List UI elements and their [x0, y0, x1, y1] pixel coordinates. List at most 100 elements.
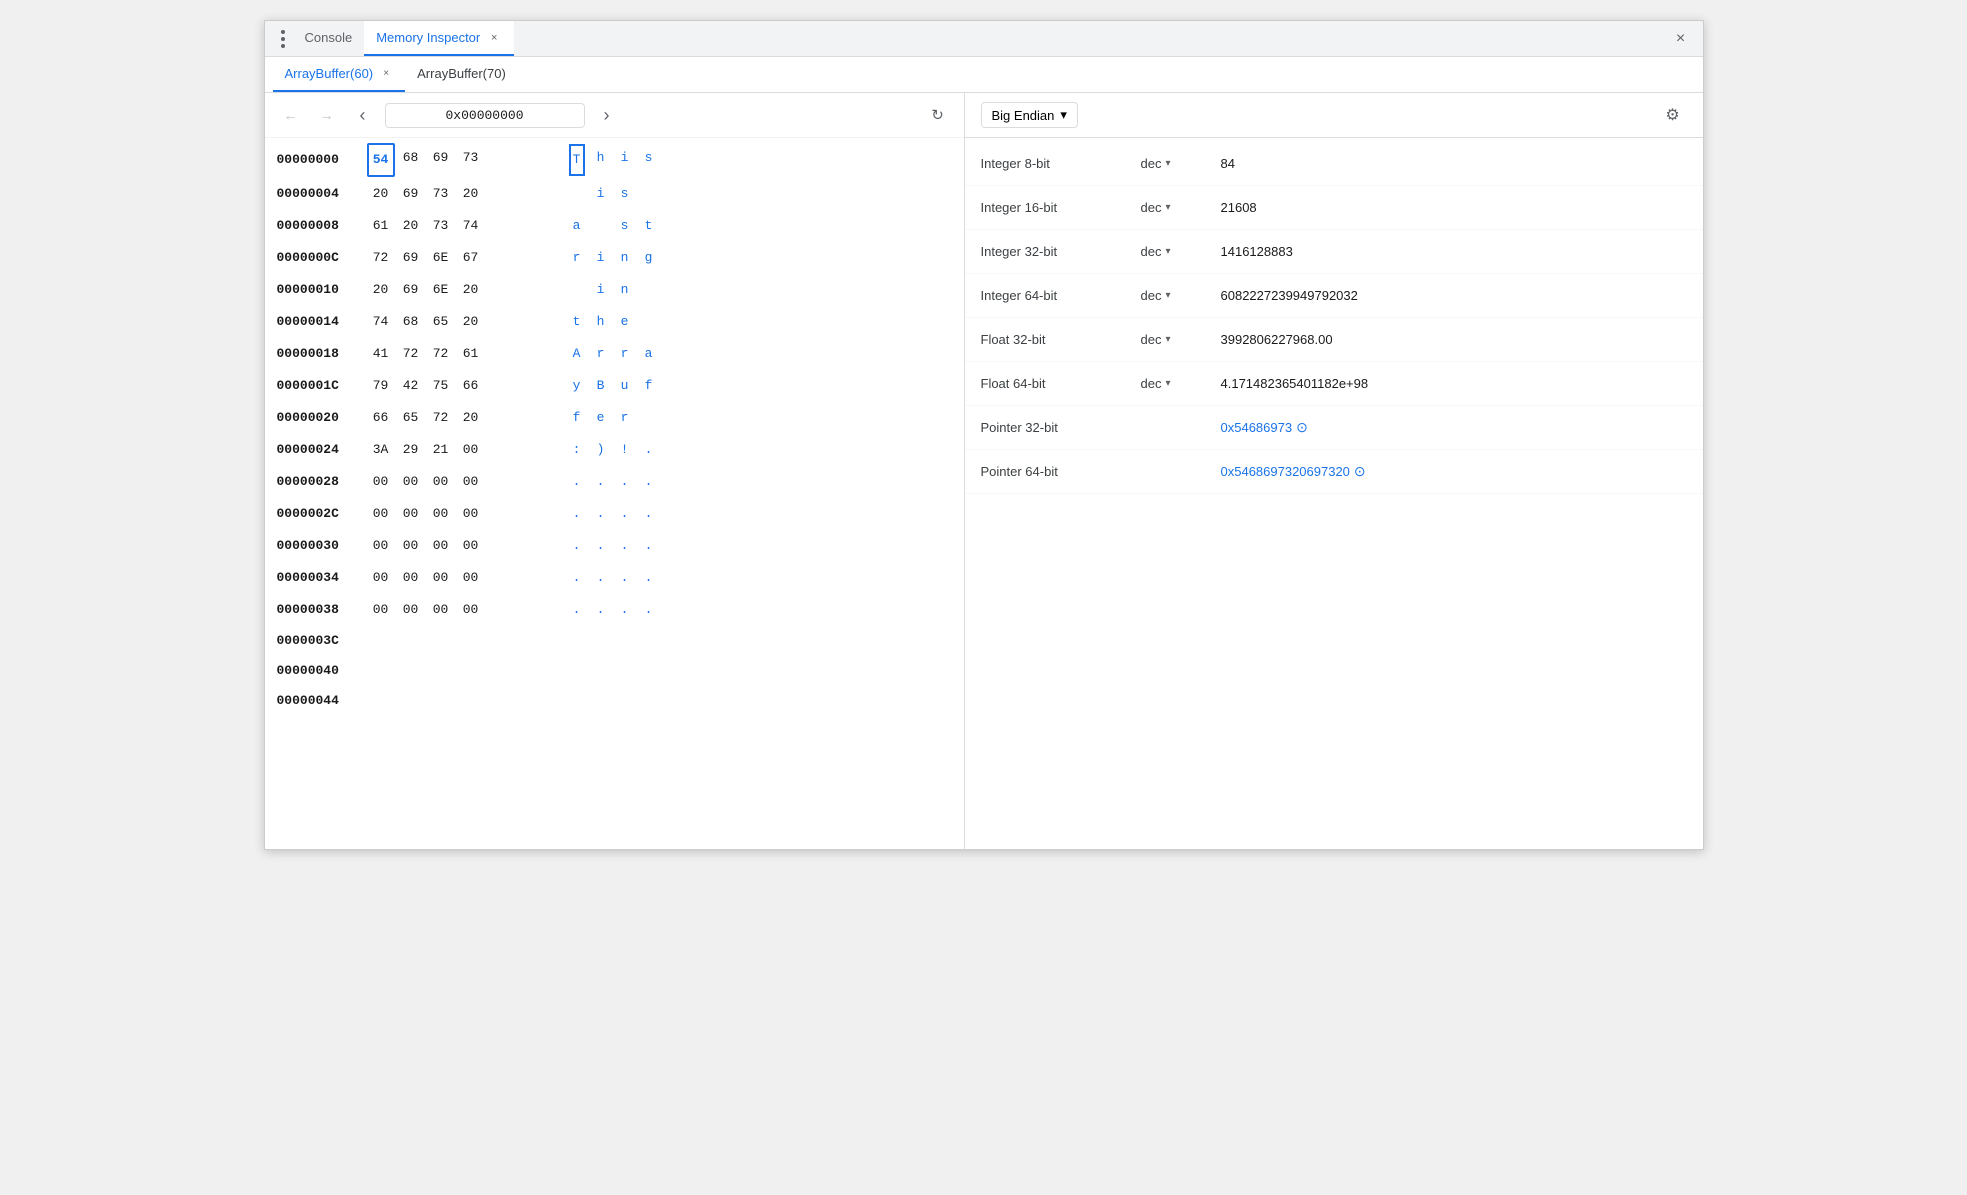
- mem-byte[interactable]: 65: [397, 403, 425, 433]
- mem-byte[interactable]: 00: [397, 499, 425, 529]
- mem-char[interactable]: .: [641, 500, 657, 528]
- mem-char[interactable]: n: [617, 244, 633, 272]
- value-data[interactable]: 0x5468697320697320 ⊙: [1221, 463, 1687, 480]
- value-format[interactable]: dec▾: [1141, 156, 1221, 171]
- mem-byte[interactable]: 68: [397, 307, 425, 337]
- mem-char[interactable]: h: [593, 308, 609, 336]
- mem-byte[interactable]: 00: [367, 563, 395, 593]
- mem-byte[interactable]: 21: [427, 435, 455, 465]
- mem-byte[interactable]: 00: [457, 563, 485, 593]
- mem-char[interactable]: .: [569, 596, 585, 624]
- value-format[interactable]: dec▾: [1141, 244, 1221, 259]
- mem-byte[interactable]: 00: [427, 595, 455, 625]
- address-input[interactable]: [385, 103, 585, 128]
- mem-byte[interactable]: 69: [397, 275, 425, 305]
- mem-byte[interactable]: 00: [367, 467, 395, 497]
- settings-button[interactable]: ⚙: [1659, 101, 1687, 129]
- mem-char[interactable]: .: [593, 532, 609, 560]
- mem-byte[interactable]: 29: [397, 435, 425, 465]
- mem-char[interactable]: h: [593, 144, 609, 176]
- mem-char[interactable]: .: [569, 468, 585, 496]
- mem-char[interactable]: [593, 212, 609, 240]
- mem-byte[interactable]: 6E: [427, 243, 455, 273]
- mem-byte[interactable]: 75: [427, 371, 455, 401]
- mem-byte[interactable]: 68: [397, 143, 425, 177]
- mem-char[interactable]: i: [593, 244, 609, 272]
- mem-byte[interactable]: 00: [367, 499, 395, 529]
- mem-char[interactable]: .: [641, 532, 657, 560]
- mem-char[interactable]: !: [617, 436, 633, 464]
- mem-byte[interactable]: 00: [427, 531, 455, 561]
- value-format[interactable]: dec▾: [1141, 332, 1221, 347]
- pointer-link[interactable]: 0x54686973 ⊙: [1221, 419, 1687, 436]
- mem-char[interactable]: i: [593, 180, 609, 208]
- mem-char[interactable]: r: [617, 340, 633, 368]
- mem-char[interactable]: s: [641, 144, 657, 176]
- mem-byte[interactable]: 73: [457, 143, 485, 177]
- mem-byte[interactable]: 00: [427, 563, 455, 593]
- mem-char[interactable]: [641, 180, 657, 208]
- mem-byte[interactable]: 65: [427, 307, 455, 337]
- mem-byte[interactable]: 20: [457, 179, 485, 209]
- buffer-tab-0-close[interactable]: ×: [379, 67, 393, 81]
- prev-page-button[interactable]: ‹: [349, 101, 377, 129]
- mem-char[interactable]: .: [641, 596, 657, 624]
- mem-byte[interactable]: 72: [397, 339, 425, 369]
- mem-char[interactable]: r: [569, 244, 585, 272]
- mem-byte[interactable]: 3A: [367, 435, 395, 465]
- mem-char[interactable]: .: [593, 596, 609, 624]
- next-page-button[interactable]: ›: [593, 101, 621, 129]
- mem-byte[interactable]: 00: [457, 531, 485, 561]
- mem-byte[interactable]: 61: [457, 339, 485, 369]
- mem-char[interactable]: r: [593, 340, 609, 368]
- mem-byte[interactable]: 73: [427, 179, 455, 209]
- mem-byte[interactable]: 00: [397, 563, 425, 593]
- pointer-navigate-icon[interactable]: ⊙: [1296, 419, 1308, 436]
- mem-char[interactable]: i: [617, 144, 633, 176]
- buffer-tab-0[interactable]: ArrayBuffer(60) ×: [273, 57, 406, 92]
- mem-char[interactable]: [641, 276, 657, 304]
- refresh-button[interactable]: ↻: [924, 101, 952, 129]
- mem-char[interactable]: .: [617, 532, 633, 560]
- mem-byte[interactable]: 20: [457, 403, 485, 433]
- mem-char[interactable]: i: [593, 276, 609, 304]
- mem-byte[interactable]: 00: [427, 499, 455, 529]
- mem-byte[interactable]: 67: [457, 243, 485, 273]
- mem-char[interactable]: t: [641, 212, 657, 240]
- mem-char[interactable]: .: [641, 564, 657, 592]
- pointer-link[interactable]: 0x5468697320697320 ⊙: [1221, 463, 1687, 480]
- mem-char[interactable]: .: [641, 468, 657, 496]
- mem-byte[interactable]: 20: [367, 275, 395, 305]
- mem-byte[interactable]: 00: [367, 595, 395, 625]
- mem-char[interactable]: :: [569, 436, 585, 464]
- mem-char[interactable]: f: [569, 404, 585, 432]
- mem-byte[interactable]: 69: [397, 243, 425, 273]
- mem-char[interactable]: .: [617, 468, 633, 496]
- mem-char[interactable]: A: [569, 340, 585, 368]
- mem-byte[interactable]: 00: [397, 467, 425, 497]
- mem-char[interactable]: s: [617, 180, 633, 208]
- mem-byte[interactable]: 72: [427, 339, 455, 369]
- mem-byte[interactable]: 74: [367, 307, 395, 337]
- tab-console[interactable]: Console: [293, 21, 365, 56]
- mem-char[interactable]: u: [617, 372, 633, 400]
- mem-char[interactable]: .: [617, 500, 633, 528]
- mem-byte[interactable]: 66: [457, 371, 485, 401]
- mem-byte[interactable]: 20: [457, 307, 485, 337]
- mem-byte[interactable]: 00: [457, 435, 485, 465]
- mem-byte[interactable]: 42: [397, 371, 425, 401]
- mem-byte[interactable]: 00: [457, 595, 485, 625]
- mem-char[interactable]: e: [593, 404, 609, 432]
- mem-byte[interactable]: 73: [427, 211, 455, 241]
- mem-byte[interactable]: 79: [367, 371, 395, 401]
- mem-byte[interactable]: 41: [367, 339, 395, 369]
- mem-char[interactable]: .: [617, 564, 633, 592]
- forward-button[interactable]: →: [313, 101, 341, 129]
- mem-char[interactable]: y: [569, 372, 585, 400]
- mem-char[interactable]: a: [569, 212, 585, 240]
- mem-byte[interactable]: 54: [367, 143, 395, 177]
- mem-char[interactable]: .: [593, 564, 609, 592]
- buffer-tab-1[interactable]: ArrayBuffer(70): [405, 57, 518, 92]
- mem-char[interactable]: T: [569, 144, 585, 176]
- endian-selector[interactable]: Big Endian ▾: [981, 102, 1078, 128]
